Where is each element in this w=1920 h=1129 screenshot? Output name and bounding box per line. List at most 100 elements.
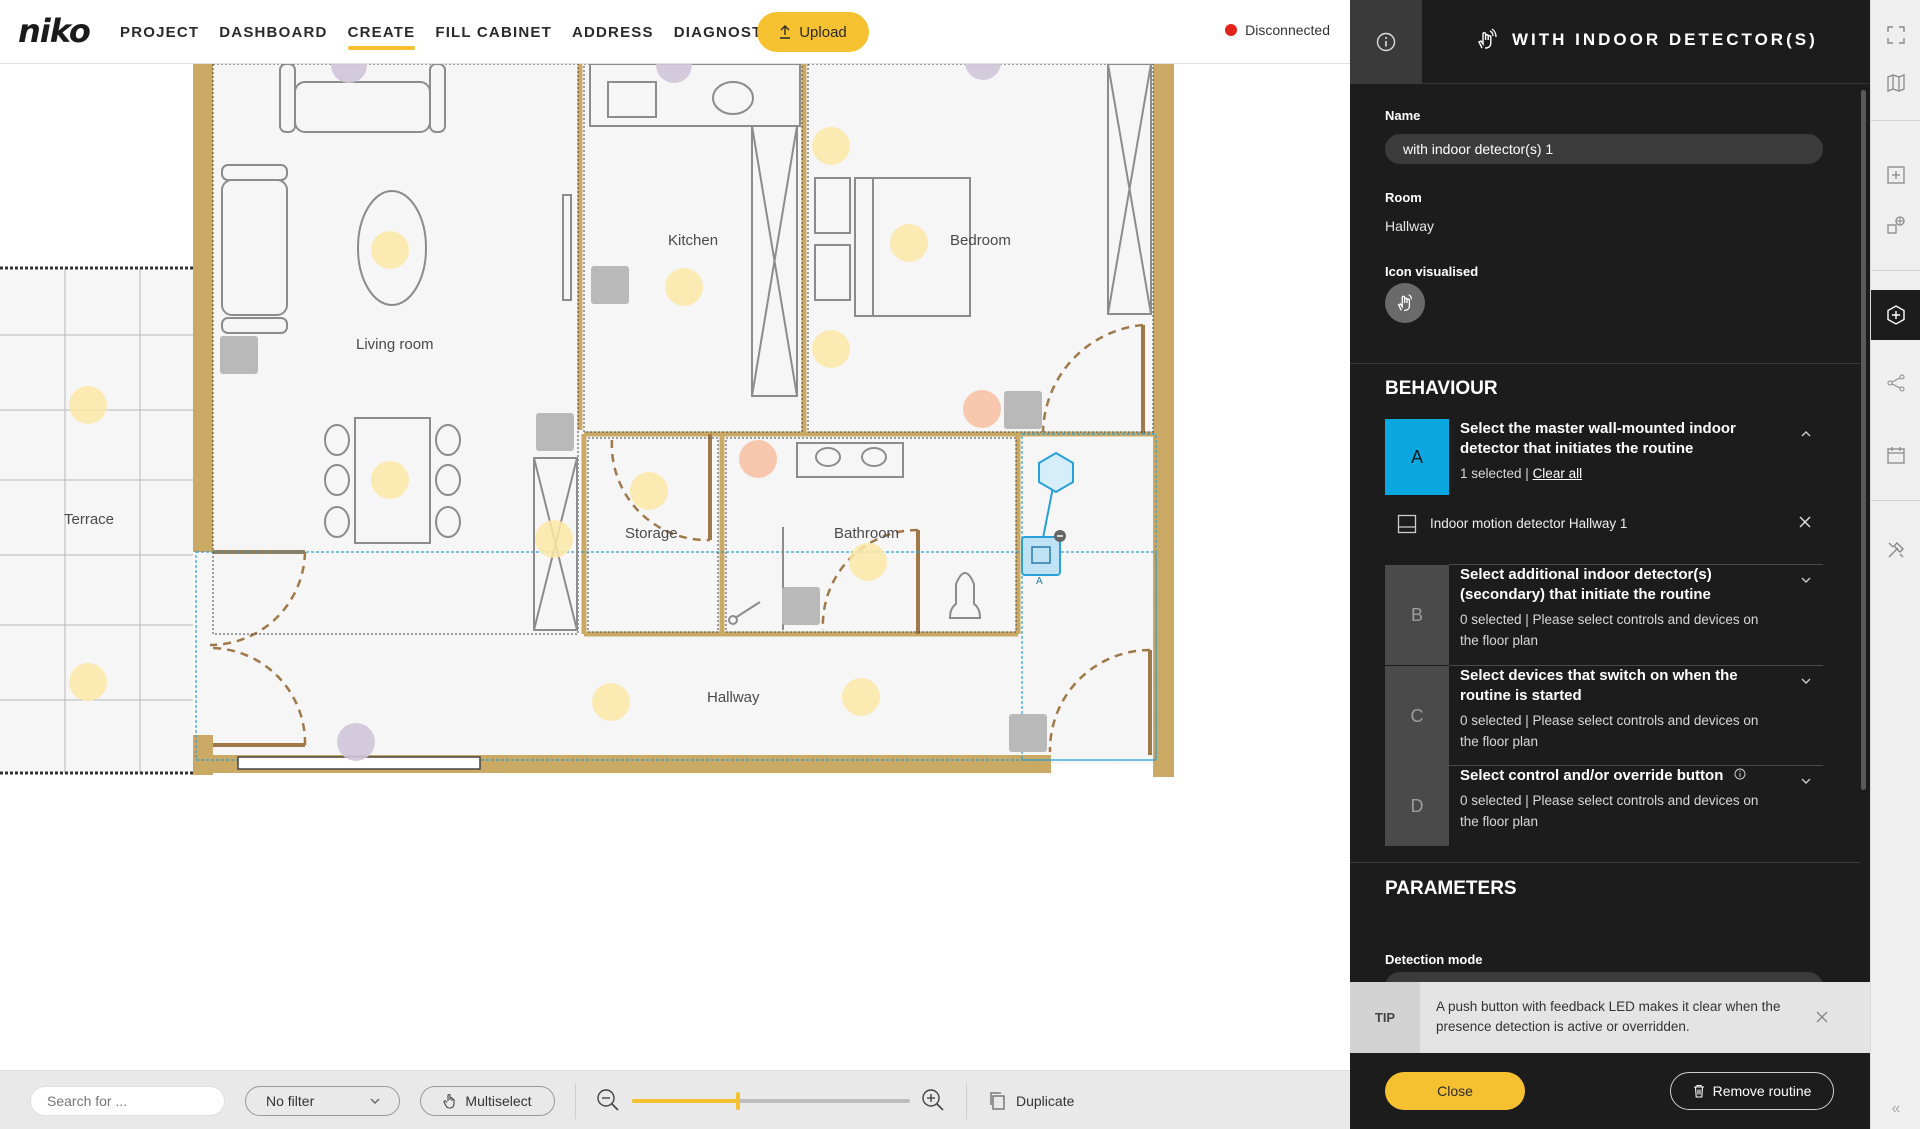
icon-field-label: Icon visualised <box>1385 264 1479 279</box>
parameters-title: PARAMETERS <box>1385 878 1517 899</box>
rail-add[interactable] <box>1871 150 1920 200</box>
nav-fill-cabinet[interactable]: FILL CABINET <box>435 0 552 64</box>
info-icon[interactable] <box>1734 768 1746 780</box>
room-label-bedroom: Bedroom <box>950 232 1011 249</box>
step-c-title: Select devices that switch on when the r… <box>1460 667 1738 704</box>
zoom-slider[interactable] <box>632 1092 910 1110</box>
panel-title-text: WITH INDOOR DETECTOR(S) <box>1512 30 1818 49</box>
routine-hex-icon <box>1887 305 1905 325</box>
info-tab[interactable] <box>1350 0 1422 84</box>
chevron-down-icon[interactable] <box>1799 573 1813 587</box>
step-c[interactable]: C Select devices that switch on when the… <box>1385 666 1823 766</box>
close-icon[interactable] <box>1814 1009 1830 1025</box>
duplicate-icon <box>990 1092 1005 1110</box>
step-d[interactable]: D Select control and/or override button … <box>1385 766 1823 846</box>
rail-divider <box>1871 500 1920 501</box>
rail-add-device[interactable] <box>1871 200 1920 250</box>
clear-all-link[interactable]: Clear all <box>1533 466 1583 481</box>
step-a-sub: 1 selected | Clear all <box>1460 463 1780 484</box>
nav-dashboard[interactable]: DASHBOARD <box>219 0 327 64</box>
name-field-label: Name <box>1385 108 1421 123</box>
step-c-letter: C <box>1385 666 1449 766</box>
filter-label: No filter <box>266 1093 315 1109</box>
upload-label: Upload <box>799 23 847 41</box>
chevron-up-icon[interactable] <box>1799 427 1813 441</box>
rail-routines[interactable] <box>1871 290 1920 340</box>
fullscreen-icon <box>1887 26 1905 44</box>
rail-map[interactable] <box>1871 58 1920 108</box>
step-a-text: Select the master wall-mounted indoor de… <box>1460 419 1780 484</box>
upload-button[interactable]: Upload <box>757 12 869 52</box>
step-a-title: Select the master wall-mounted indoor de… <box>1460 420 1736 457</box>
multiselect-button[interactable]: Multiselect <box>420 1086 555 1116</box>
nav-address[interactable]: ADDRESS <box>572 0 654 64</box>
rail-divider <box>1871 120 1920 121</box>
chevron-down-icon[interactable] <box>1799 674 1813 688</box>
icon-visualised-button[interactable] <box>1385 283 1425 323</box>
floorplan-svg <box>0 64 1174 777</box>
zoom-slider-fill <box>632 1099 738 1103</box>
search-input[interactable] <box>30 1086 225 1116</box>
rail-calendar[interactable] <box>1871 430 1920 480</box>
connection-status: Disconnected <box>1225 22 1330 38</box>
step-b-title: Select additional indoor detector(s) (se… <box>1460 566 1712 603</box>
routine-panel: WITH INDOOR DETECTOR(S) Name Room Hallwa… <box>1350 0 1870 1129</box>
main-nav: PROJECT DASHBOARD CREATE FILL CABINET AD… <box>120 0 829 64</box>
room-label-storage: Storage <box>625 525 678 542</box>
info-icon <box>1376 32 1396 52</box>
nav-create[interactable]: CREATE <box>347 0 416 64</box>
step-c-text: Select devices that switch on when the r… <box>1460 666 1780 752</box>
rail-connections[interactable] <box>1871 358 1920 408</box>
selected-device-marker: A <box>1036 576 1043 587</box>
panel-scrollbar[interactable] <box>1861 90 1866 790</box>
divider <box>1350 862 1860 863</box>
chevron-down-icon[interactable] <box>1799 774 1813 788</box>
right-icon-rail: « <box>1870 0 1920 1129</box>
remove-routine-label: Remove routine <box>1712 1083 1812 1099</box>
rail-collapse-icon[interactable]: « <box>1871 1089 1920 1129</box>
add-device-icon <box>1887 216 1905 234</box>
step-d-letter: D <box>1385 766 1449 846</box>
step-d-sub: 0 selected | Please select controls and … <box>1460 793 1759 829</box>
routine-node-hex <box>1038 451 1074 494</box>
chevron-down-icon <box>370 1098 380 1104</box>
selected-detector <box>1021 536 1061 576</box>
step-a[interactable]: A Select the master wall-mounted indoor … <box>1385 419 1823 499</box>
niko-logo[interactable]: niko <box>18 12 91 50</box>
trash-icon <box>1693 1084 1704 1098</box>
duplicate-label: Duplicate <box>1016 1093 1075 1109</box>
panel-footer: Close Remove routine <box>1350 1053 1870 1129</box>
panel-title: WITH INDOOR DETECTOR(S) <box>1474 28 1818 52</box>
toolbar-divider <box>575 1083 576 1119</box>
map-icon <box>1887 74 1905 92</box>
multiselect-label: Multiselect <box>465 1093 532 1109</box>
panel-body: Name Room Hallway Icon visualised BEHAVI… <box>1350 84 1860 984</box>
room-value[interactable]: Hallway <box>1385 218 1434 234</box>
routine-name-input[interactable] <box>1385 134 1823 164</box>
hand-detector-icon <box>1397 294 1413 311</box>
floorplan-canvas[interactable]: Living room Kitchen Bedroom Terrace Stor… <box>0 64 1350 1070</box>
step-b-text: Select additional indoor detector(s) (se… <box>1460 565 1780 651</box>
step-a-selected-count: 1 selected | <box>1460 466 1533 481</box>
nav-project[interactable]: PROJECT <box>120 0 199 64</box>
step-d-title: Select control and/or override button <box>1460 766 1780 786</box>
zoom-out-icon[interactable] <box>596 1088 620 1112</box>
duplicate-button[interactable]: Duplicate <box>988 1086 1074 1116</box>
hand-detector-icon <box>1478 28 1497 49</box>
rail-tools[interactable] <box>1871 525 1920 575</box>
filter-select[interactable]: No filter <box>245 1086 400 1116</box>
panel-header: WITH INDOOR DETECTOR(S) <box>1350 0 1870 84</box>
step-c-sub: 0 selected | Please select controls and … <box>1460 713 1759 749</box>
upload-icon <box>780 25 791 39</box>
zoom-slider-handle[interactable] <box>735 1092 740 1110</box>
close-button[interactable]: Close <box>1385 1072 1525 1110</box>
step-b[interactable]: B Select additional indoor detector(s) (… <box>1385 565 1823 665</box>
remove-routine-button[interactable]: Remove routine <box>1670 1072 1834 1110</box>
selected-device-label: Indoor motion detector Hallway 1 <box>1430 516 1628 531</box>
zoom-in-icon[interactable] <box>921 1088 945 1112</box>
room-label-bathroom: Bathroom <box>834 525 900 542</box>
status-label: Disconnected <box>1245 22 1330 38</box>
rail-fullscreen[interactable] <box>1871 10 1920 60</box>
remove-device-icon[interactable] <box>1797 514 1813 530</box>
step-b-letter: B <box>1385 565 1449 665</box>
